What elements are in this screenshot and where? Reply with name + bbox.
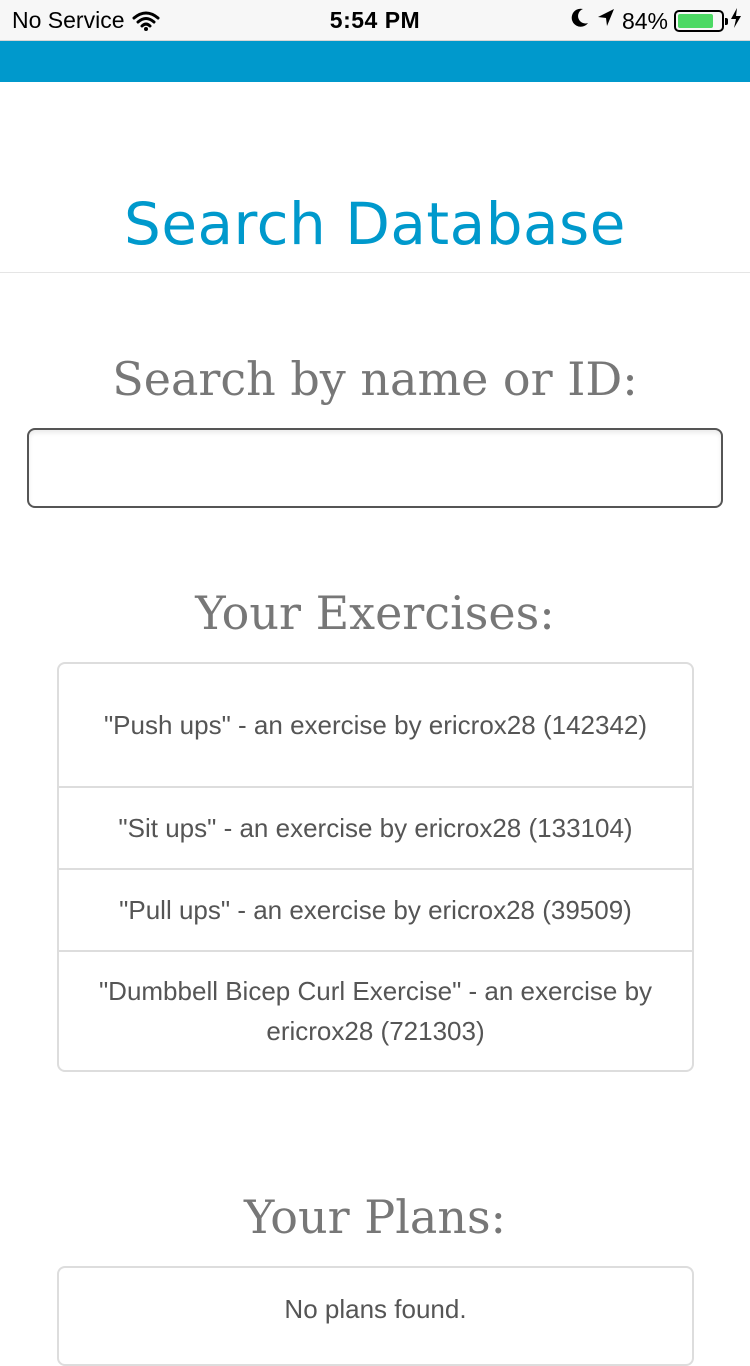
battery-percent: 84% xyxy=(621,7,668,34)
page-title: Search Database xyxy=(124,190,626,258)
moon-icon xyxy=(570,7,590,35)
list-item: No plans found. xyxy=(59,1268,692,1350)
list-item[interactable]: "Dumbbell Bicep Curl Exercise" - an exer… xyxy=(59,950,692,1070)
plans-list: No plans found. xyxy=(57,1266,694,1366)
location-icon xyxy=(596,7,616,35)
search-input[interactable] xyxy=(27,428,723,508)
no-plans-message: No plans found. xyxy=(284,1294,467,1324)
exercise-label: "Push ups" - an exercise by ericrox28 (1… xyxy=(103,710,648,740)
exercise-label: "Sit ups" - an exercise by ericrox28 (13… xyxy=(118,813,633,843)
plans-heading: Your Plans: xyxy=(243,1190,507,1244)
bolt-icon xyxy=(730,7,742,35)
title-divider xyxy=(0,272,750,273)
status-bar: No Service 5:54 PM 84% xyxy=(0,0,750,41)
exercises-heading: Your Exercises: xyxy=(195,586,555,640)
exercise-label: "Dumbbell Bicep Curl Exercise" - an exer… xyxy=(98,976,653,1046)
nav-bar xyxy=(0,41,750,82)
battery-icon xyxy=(674,10,728,32)
status-right: 84% xyxy=(570,7,742,35)
exercise-list: "Push ups" - an exercise by ericrox28 (1… xyxy=(57,662,694,1072)
list-item[interactable]: "Sit ups" - an exercise by ericrox28 (13… xyxy=(59,786,692,868)
battery-fill xyxy=(678,14,714,28)
exercise-label: "Pull ups" - an exercise by ericrox28 (3… xyxy=(119,895,632,925)
search-label: Search by name or ID: xyxy=(112,352,638,406)
list-item[interactable]: "Pull ups" - an exercise by ericrox28 (3… xyxy=(59,868,692,950)
list-item[interactable]: "Push ups" - an exercise by ericrox28 (1… xyxy=(59,664,692,786)
